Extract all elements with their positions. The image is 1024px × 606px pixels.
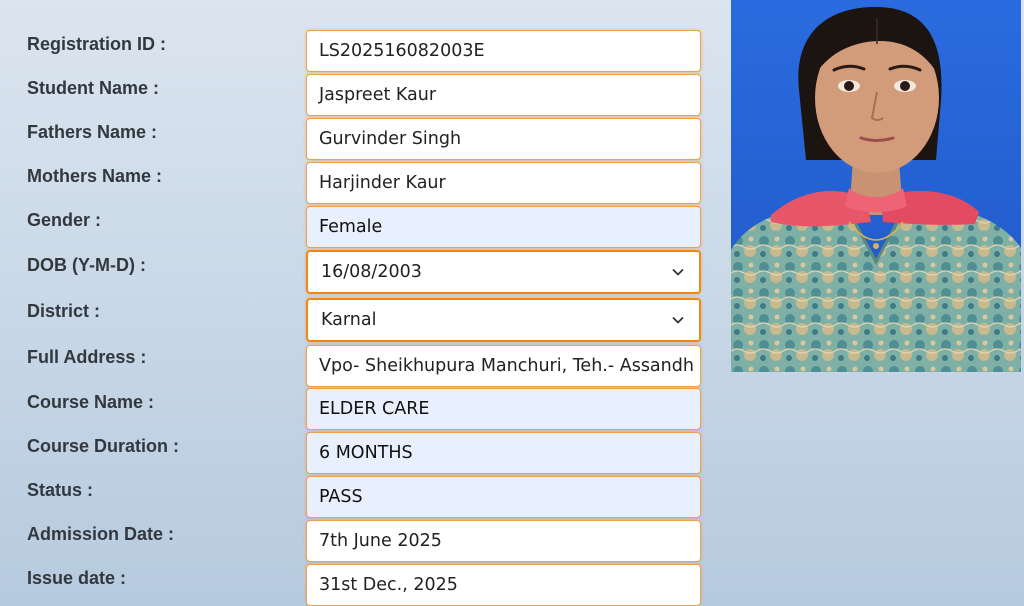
registration-id-value: LS202516082003E <box>319 41 485 61</box>
course-duration-value: 6 MONTHS <box>319 443 413 463</box>
mothers-name-value: Harjinder Kaur <box>319 173 446 193</box>
label-gender: Gender : <box>27 210 102 230</box>
student-photo <box>731 0 1021 372</box>
label-issue-date: Issue date : <box>27 568 127 588</box>
issue-date-field[interactable]: 31st Dec., 2025 <box>306 564 701 606</box>
status-value: PASS <box>319 487 363 507</box>
admission-date-value: 7th June 2025 <box>319 531 442 551</box>
status-field[interactable]: PASS <box>306 476 701 518</box>
label-admission-date: Admission Date : <box>27 524 175 544</box>
mothers-name-field[interactable]: Harjinder Kaur <box>306 162 701 204</box>
issue-date-value: 31st Dec., 2025 <box>319 575 458 595</box>
fathers-name-value: Gurvinder Singh <box>319 129 462 149</box>
dob-value: 16/08/2003 <box>321 262 422 282</box>
student-name-field[interactable]: Jaspreet Kaur <box>306 74 701 116</box>
registration-id-field[interactable]: LS202516082003E <box>306 30 701 72</box>
dob-select[interactable]: 16/08/2003 <box>306 250 701 294</box>
district-select[interactable]: Karnal <box>306 298 701 342</box>
label-course-duration: Course Duration : <box>27 436 180 456</box>
label-dob: DOB (Y-M-D) : <box>27 255 146 275</box>
admission-date-field[interactable]: 7th June 2025 <box>306 520 701 562</box>
label-mothers-name: Mothers Name : <box>27 166 163 186</box>
full-address-field[interactable]: Vpo- Sheikhupura Manchuri, Teh.- Assandh <box>306 345 701 387</box>
label-registration-id: Registration ID : <box>27 34 167 54</box>
label-full-address: Full Address : <box>27 347 147 367</box>
label-student-name: Student Name : <box>27 78 160 98</box>
course-duration-field[interactable]: 6 MONTHS <box>306 432 701 474</box>
student-name-value: Jaspreet Kaur <box>319 85 437 105</box>
label-course-name: Course Name : <box>27 392 155 412</box>
gender-value: Female <box>319 217 383 237</box>
label-district: District : <box>27 301 101 321</box>
chevron-down-icon <box>672 268 684 276</box>
chevron-down-icon <box>672 316 684 324</box>
course-name-value: ELDER CARE <box>319 399 430 419</box>
fathers-name-field[interactable]: Gurvinder Singh <box>306 118 701 160</box>
course-name-field[interactable]: ELDER CARE <box>306 388 701 430</box>
label-fathers-name: Fathers Name : <box>27 122 158 142</box>
label-status: Status : <box>27 480 94 500</box>
gender-field[interactable]: Female <box>306 206 701 248</box>
full-address-value: Vpo- Sheikhupura Manchuri, Teh.- Assandh <box>319 356 694 376</box>
district-value: Karnal <box>321 310 377 330</box>
